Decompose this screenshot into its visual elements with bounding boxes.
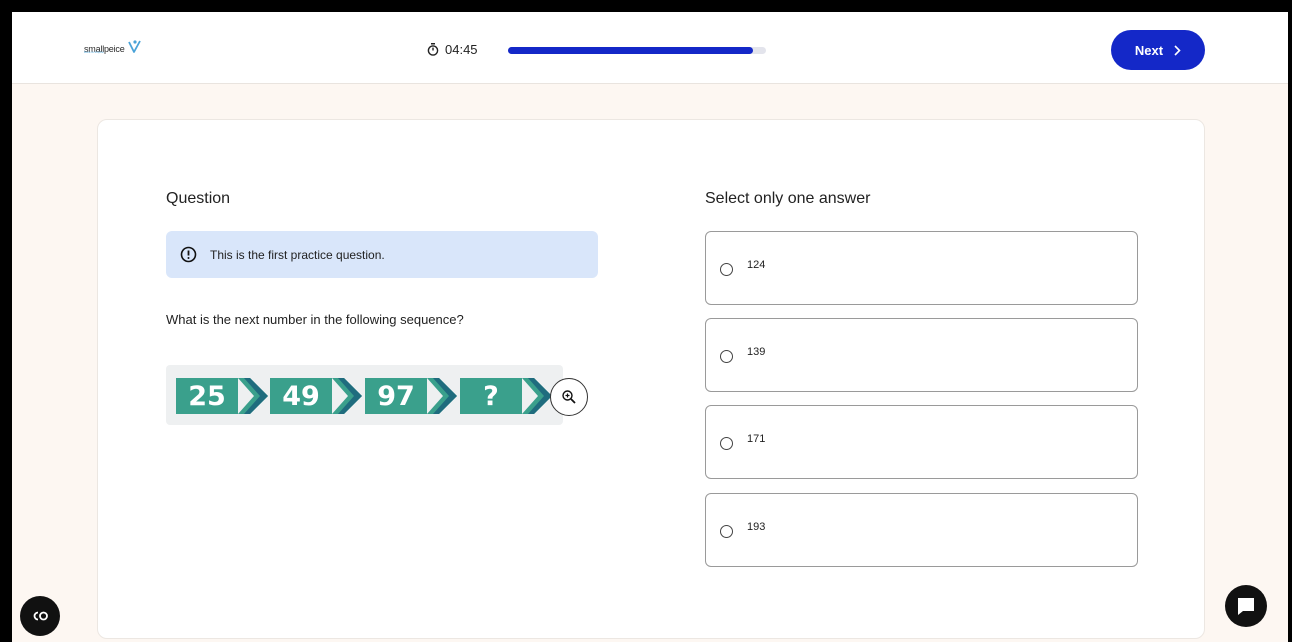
timer-value: 04:45: [445, 42, 478, 57]
answer-option[interactable]: 193: [705, 493, 1138, 567]
logo-mark-icon: [127, 40, 141, 53]
sequence-arrow-icon: [332, 378, 362, 414]
sequence-number: 49: [270, 378, 332, 414]
answer-value: 139: [747, 346, 766, 358]
question-heading: Question: [166, 190, 231, 207]
progress-fill: [508, 47, 754, 54]
progress-bar: [508, 47, 766, 54]
radio-button[interactable]: [720, 350, 733, 363]
sequence-number: ?: [460, 378, 522, 414]
answer-option[interactable]: 124: [705, 231, 1138, 305]
timer: 04:45: [427, 42, 478, 57]
chat-icon: [1238, 598, 1254, 615]
closed-captions-button[interactable]: [20, 596, 60, 636]
top-bar: smallpeice Dare to Inspire 04:45 Next: [12, 12, 1288, 84]
info-text: This is the first practice question.: [210, 247, 385, 262]
sequence-number: 25: [176, 378, 238, 414]
answer-option[interactable]: 139: [705, 318, 1138, 392]
closed-captions-icon: [33, 611, 48, 621]
radio-button[interactable]: [720, 263, 733, 276]
sequence-arrow-icon: [238, 378, 268, 414]
sequence-arrow-icon: [522, 378, 552, 414]
zoom-in-icon: [562, 390, 576, 404]
next-button[interactable]: Next: [1111, 30, 1205, 70]
answers-heading: Select only one answer: [705, 190, 871, 207]
info-callout: This is the first practice question.: [166, 231, 598, 278]
stopwatch-icon: [427, 43, 439, 56]
answer-value: 193: [747, 521, 766, 533]
zoom-button[interactable]: [550, 378, 588, 416]
next-button-label: Next: [1134, 42, 1164, 58]
radio-button[interactable]: [720, 437, 733, 450]
logo-tagline: Dare to Inspire: [84, 50, 104, 54]
info-icon: [180, 246, 197, 263]
chevron-right-icon: [1174, 44, 1181, 56]
logo: smallpeice Dare to Inspire: [84, 38, 142, 54]
sequence-image: 25 49 97 ?: [166, 365, 563, 425]
question-text: What is the next number in the following…: [166, 312, 464, 327]
app-viewport: smallpeice Dare to Inspire 04:45 Next Qu…: [12, 12, 1288, 642]
chat-button[interactable]: [1225, 585, 1267, 627]
answer-value: 171: [747, 433, 766, 445]
sequence-arrow-icon: [427, 378, 457, 414]
radio-button[interactable]: [720, 525, 733, 538]
answer-option[interactable]: 171: [705, 405, 1138, 479]
question-card: Question This is the first practice ques…: [97, 119, 1205, 639]
answer-value: 124: [747, 259, 766, 271]
sequence-number: 97: [365, 378, 427, 414]
